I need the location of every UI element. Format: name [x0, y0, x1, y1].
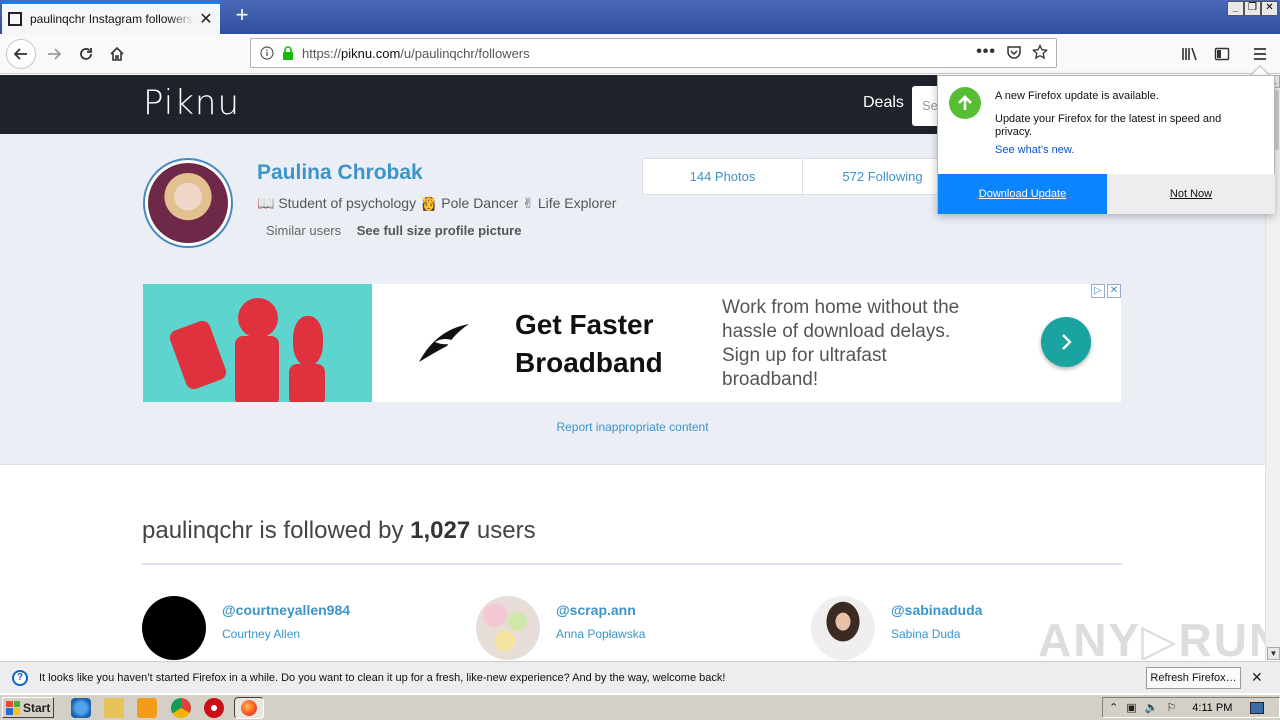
library-icon: [1182, 47, 1197, 61]
network-icon[interactable]: ▣: [1126, 701, 1136, 714]
back-arrow-icon: [13, 48, 27, 60]
ad-close-icon[interactable]: ✕: [1107, 284, 1121, 298]
close-window-button[interactable]: ✕: [1261, 1, 1278, 16]
clock[interactable]: 4:11 PM: [1192, 702, 1232, 714]
folder-icon[interactable]: [104, 698, 124, 718]
windows-logo-icon: [6, 700, 20, 715]
browser-tab[interactable]: paulinqchr Instagram followers - Piknu ✕: [2, 2, 220, 34]
forward-button[interactable]: [40, 40, 68, 68]
chrome-icon[interactable]: [171, 698, 191, 718]
full-size-picture-link[interactable]: See full size profile picture: [357, 223, 522, 238]
stat-photos[interactable]: 144 Photos: [643, 159, 803, 194]
opera-icon[interactable]: [204, 698, 224, 718]
update-arrow-icon: [949, 87, 981, 119]
download-update-button[interactable]: Download Update: [938, 174, 1107, 214]
profile-avatar[interactable]: [143, 158, 233, 248]
follower-avatar[interactable]: [811, 596, 875, 660]
profile-links: Similar users See full size profile pict…: [266, 223, 521, 238]
ad-choices[interactable]: ▷ ✕: [1091, 284, 1121, 298]
start-button[interactable]: Start: [2, 697, 54, 718]
nav-deals-link[interactable]: Deals: [863, 94, 904, 112]
tab-strip: paulinqchr Instagram followers - Piknu ✕…: [0, 0, 1280, 34]
minimize-button[interactable]: _: [1227, 1, 1244, 16]
restore-button[interactable]: ❐: [1244, 1, 1261, 16]
lock-icon[interactable]: [282, 46, 294, 60]
profile-photo: [148, 163, 228, 243]
profile-bio: 📖 Student of psychology 👸 Pole Dancer ✌ …: [257, 195, 617, 211]
follower-card[interactable]: @courtneyallen984 Courtney Allen: [142, 596, 442, 660]
reload-icon: [80, 48, 92, 60]
ad-brand-logo: [419, 324, 469, 362]
hamburger-icon: [1254, 48, 1266, 60]
report-content-link[interactable]: Report inappropriate content: [0, 420, 1265, 434]
profile-stats: 144 Photos 572 Following: [642, 158, 964, 195]
ad-image: [143, 284, 372, 402]
tray-expand-icon[interactable]: ⌃: [1109, 701, 1118, 714]
info-icon[interactable]: [260, 46, 274, 60]
whats-new-link[interactable]: See what’s new.: [995, 144, 1074, 156]
ad-cta-button[interactable]: [1041, 317, 1091, 367]
similar-users-link[interactable]: Similar users: [266, 223, 341, 238]
follower-handle[interactable]: @sabinaduda: [891, 602, 982, 618]
ie-icon[interactable]: [71, 698, 91, 718]
library-button[interactable]: [1176, 40, 1204, 68]
tab-close-icon[interactable]: ✕: [198, 9, 214, 29]
update-body: Update your Firefox for the latest in sp…: [995, 113, 1222, 138]
reload-button[interactable]: [72, 40, 100, 68]
close-notification-icon[interactable]: ✕: [1251, 669, 1263, 686]
volume-icon[interactable]: 🔈: [1145, 701, 1159, 714]
follower-name[interactable]: Anna Popławska: [556, 627, 645, 641]
update-panel: A new Firefox update is available. Updat…: [937, 75, 1275, 214]
update-title: A new Firefox update is available.: [995, 90, 1159, 102]
url-text[interactable]: https://piknu.com/u/paulinqchr/followers: [302, 46, 530, 61]
bookmark-star-icon[interactable]: [1032, 44, 1048, 60]
new-tab-button[interactable]: +: [230, 4, 254, 28]
media-player-icon[interactable]: [137, 698, 157, 718]
follower-avatar[interactable]: [142, 596, 206, 660]
ad-description: Work from home without the hassle of dow…: [722, 297, 960, 390]
pocket-icon[interactable]: [1006, 44, 1022, 60]
action-center-flag-icon[interactable]: ⚐: [1166, 701, 1176, 714]
follower-card[interactable]: @scrap.ann Anna Popławska: [476, 596, 776, 660]
follower-avatar[interactable]: [476, 596, 540, 660]
sidebar-toggle-button[interactable]: [1208, 40, 1236, 68]
forward-arrow-icon: [48, 48, 62, 60]
notification-text: It looks like you haven’t started Firefo…: [39, 671, 726, 684]
followers-heading: paulinqchr is followed by 1,027 users: [142, 517, 536, 544]
chevron-right-icon: [1062, 334, 1072, 350]
url-bar[interactable]: https://piknu.com/u/paulinqchr/followers…: [250, 38, 1057, 68]
sidebar-icon: [1214, 47, 1230, 61]
back-button[interactable]: [5, 38, 37, 70]
ad-title[interactable]: Get Faster Broadband: [515, 306, 695, 382]
nav-toolbar: https://piknu.com/u/paulinqchr/followers…: [0, 34, 1280, 74]
windows-taskbar: Start ⌃ ▣ 🔈 ⚐ 4:11 PM: [0, 694, 1280, 720]
not-now-button[interactable]: Not Now: [1107, 174, 1275, 214]
section-divider: [142, 563, 1122, 565]
watermark-logo: ANY▷RUN: [1038, 614, 1265, 660]
question-icon: ?: [12, 669, 28, 686]
page-favicon-icon: [8, 12, 22, 26]
home-icon: [110, 46, 124, 61]
system-tray: ⌃ ▣ 🔈 ⚐ 4:11 PM: [1102, 697, 1280, 718]
followers-count: 1,027: [410, 517, 471, 544]
page-actions-icon[interactable]: •••: [976, 43, 996, 61]
scroll-down-icon[interactable]: ▼: [1267, 647, 1280, 660]
follower-handle[interactable]: @courtneyallen984: [222, 602, 350, 618]
advertisement-banner[interactable]: Get Faster Broadband Work from home with…: [143, 284, 1121, 402]
refresh-notification-bar: ? It looks like you haven’t started Fire…: [0, 661, 1280, 693]
refresh-firefox-button[interactable]: Refresh Firefox…: [1146, 667, 1241, 689]
site-logo[interactable]: Piknu: [143, 83, 240, 123]
follower-name[interactable]: Courtney Allen: [222, 627, 300, 641]
home-button[interactable]: [103, 40, 131, 68]
profile-name[interactable]: Paulina Chrobak: [257, 161, 423, 185]
firefox-taskbar-button[interactable]: [234, 697, 264, 719]
tab-title: paulinqchr Instagram followers - Piknu: [30, 12, 194, 26]
ad-choices-icon[interactable]: ▷: [1091, 284, 1105, 298]
show-desktop-icon[interactable]: [1250, 701, 1265, 714]
follower-name[interactable]: Sabina Duda: [891, 627, 960, 641]
firefox-icon: [241, 700, 257, 716]
follower-handle[interactable]: @scrap.ann: [556, 602, 636, 618]
menu-button[interactable]: [1246, 40, 1274, 68]
